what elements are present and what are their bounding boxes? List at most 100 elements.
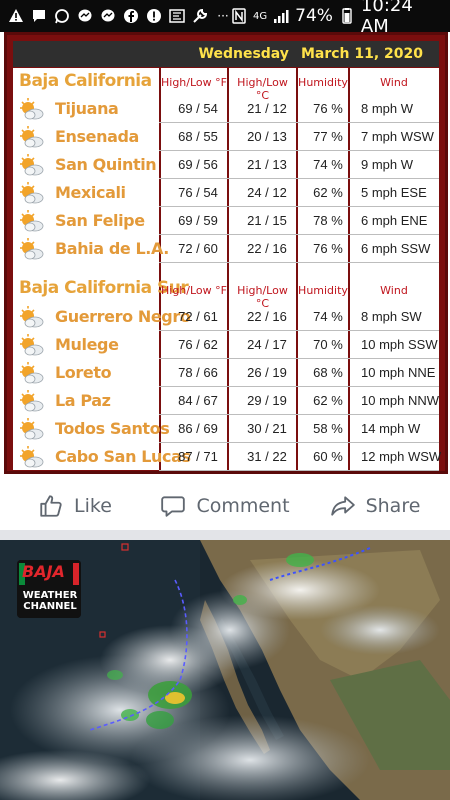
- warning-icon: [8, 8, 24, 24]
- battery-percent: 74%: [295, 6, 333, 26]
- forecast-row: Guerrero Negro 72 / 61 22 / 16 74 % 8 mph SW: [13, 303, 439, 331]
- forecast-row: San Quintin 69 / 56 21 / 13 74 % 9 mph W: [13, 151, 439, 179]
- date-text: March 11, 2020: [300, 46, 423, 62]
- logo-subtitle: WEATHER CHANNEL: [20, 590, 80, 612]
- header-humidity: Humidity: [298, 284, 348, 297]
- high-low-f: 69 / 56: [178, 157, 218, 172]
- network-type: 4G: [253, 10, 268, 22]
- share-button[interactable]: Share: [300, 493, 450, 519]
- header-hilo-f: High/Low °F: [161, 76, 227, 89]
- high-low-f: 68 / 55: [178, 129, 218, 144]
- thumbs-up-icon: [40, 495, 62, 517]
- section-title: Baja California: [19, 71, 152, 91]
- high-low-c: 21 / 12: [247, 101, 287, 116]
- high-low-c: 24 / 17: [247, 337, 287, 352]
- forecast-row: Cabo San Lucas 87 / 71 31 / 22 60 % 12 mph W…: [13, 443, 442, 471]
- partly-cloudy-icon: [19, 209, 45, 235]
- humidity-value: 60 %: [313, 449, 343, 464]
- humidity-value: 58 %: [313, 421, 343, 436]
- forecast-row: Tijuana 69 / 54 21 / 12 76 % 8 mph W: [13, 95, 439, 123]
- forecast-row: Mulege 76 / 62 24 / 17 70 % 10 mph SSW: [13, 331, 439, 359]
- high-low-f: 84 / 67: [178, 393, 218, 408]
- wind-value: 5 mph ESE: [361, 185, 427, 200]
- forecast-row: Bahia de L.A. 72 / 60 22 / 16 76 % 6 mph SSW: [13, 235, 439, 263]
- city-name: Todos Santos: [55, 419, 170, 438]
- humidity-value: 76 %: [313, 241, 343, 256]
- partly-cloudy-icon: [19, 125, 45, 151]
- high-low-c: 22 / 16: [247, 309, 287, 324]
- humidity-value: 77 %: [313, 129, 343, 144]
- share-arrow-icon: [330, 496, 355, 516]
- city-name: Tijuana: [55, 99, 119, 118]
- nfc-icon: [169, 8, 185, 24]
- forecast-row: Mexicali 76 / 54 24 / 12 62 % 5 mph ESE: [13, 179, 439, 207]
- partly-cloudy-icon: [19, 389, 45, 415]
- high-low-f: 69 / 54: [178, 101, 218, 116]
- whatsapp-icon: [54, 8, 70, 24]
- comment-label: Comment: [196, 495, 290, 517]
- humidity-value: 74 %: [313, 157, 343, 172]
- header-hilo-f: High/Low °F: [161, 284, 227, 297]
- row-divider: [159, 262, 439, 263]
- wind-value: 10 mph NNE: [361, 365, 436, 380]
- humidity-value: 74 %: [313, 309, 343, 324]
- city-name: Mexicali: [55, 183, 126, 202]
- date-bar: Wednesday March 11, 2020: [13, 41, 439, 67]
- share-label: Share: [365, 495, 421, 517]
- high-low-f: 78 / 66: [178, 365, 218, 380]
- high-low-f: 69 / 59: [178, 213, 218, 228]
- city-name: Ensenada: [55, 127, 139, 146]
- humidity-value: 76 %: [313, 101, 343, 116]
- forecast-row: La Paz 84 / 67 29 / 19 62 % 10 mph NNW: [13, 387, 439, 415]
- wind-value: 14 mph W: [361, 421, 421, 436]
- humidity-value: 78 %: [313, 213, 343, 228]
- high-low-c: 22 / 16: [247, 241, 287, 256]
- row-divider: [159, 470, 439, 471]
- city-name: Bahia de L.A.: [55, 239, 169, 258]
- city-name: Mulege: [55, 335, 119, 354]
- wind-value: 8 mph SW: [361, 309, 422, 324]
- city-name: San Felipe: [55, 211, 145, 230]
- humidity-value: 62 %: [313, 185, 343, 200]
- partly-cloudy-icon: [19, 181, 45, 207]
- high-low-c: 24 / 12: [247, 185, 287, 200]
- forecast-row: Loreto 78 / 66 26 / 19 68 % 10 mph NNE: [13, 359, 439, 387]
- logo-line-1: WEATHER: [22, 590, 78, 601]
- alert-icon: [146, 8, 162, 24]
- partly-cloudy-icon: [19, 333, 45, 359]
- comment-icon: [161, 496, 186, 517]
- high-low-f: 86 / 69: [178, 421, 218, 436]
- partly-cloudy-icon: [19, 237, 45, 263]
- partly-cloudy-icon: [19, 305, 45, 331]
- logo-line-2: CHANNEL: [23, 601, 77, 612]
- humidity-value: 62 %: [313, 393, 343, 408]
- partly-cloudy-icon: [19, 97, 45, 123]
- weather-forecast-card[interactable]: Wednesday March 11, 2020 Baja California…: [4, 32, 448, 474]
- city-name: La Paz: [55, 391, 111, 410]
- high-low-c: 31 / 22: [247, 449, 287, 464]
- nfc-n-icon: [231, 8, 247, 24]
- wind-value: 12 mph WSW: [361, 449, 442, 464]
- status-bar: ··· 4G 74% 10:24 AM: [0, 0, 450, 37]
- signal-icon: [273, 8, 289, 24]
- humidity-value: 70 %: [313, 337, 343, 352]
- wind-value: 6 mph ENE: [361, 213, 428, 228]
- high-low-f: 72 / 60: [178, 241, 218, 256]
- city-name: San Quintin: [55, 155, 157, 174]
- partly-cloudy-icon: [19, 417, 45, 443]
- comment-button[interactable]: Comment: [150, 493, 300, 519]
- like-button[interactable]: Like: [0, 493, 150, 519]
- more-icon: ···: [217, 9, 229, 23]
- wind-value: 7 mph WSW: [361, 129, 434, 144]
- logo-title: BAJA: [22, 562, 65, 581]
- forecast-row: San Felipe 69 / 59 21 / 15 78 % 6 mph ENE: [13, 207, 439, 235]
- header-wind: Wind: [380, 76, 408, 89]
- battery-icon: [339, 8, 355, 24]
- post-action-bar: Like Comment Share: [0, 482, 450, 530]
- like-label: Like: [74, 495, 112, 517]
- high-low-c: 26 / 19: [247, 365, 287, 380]
- forecast-row: Todos Santos 86 / 69 30 / 21 58 % 14 mph W: [13, 415, 439, 443]
- partly-cloudy-icon: [19, 361, 45, 387]
- high-low-c: 21 / 13: [247, 157, 287, 172]
- wind-value: 8 mph W: [361, 101, 414, 116]
